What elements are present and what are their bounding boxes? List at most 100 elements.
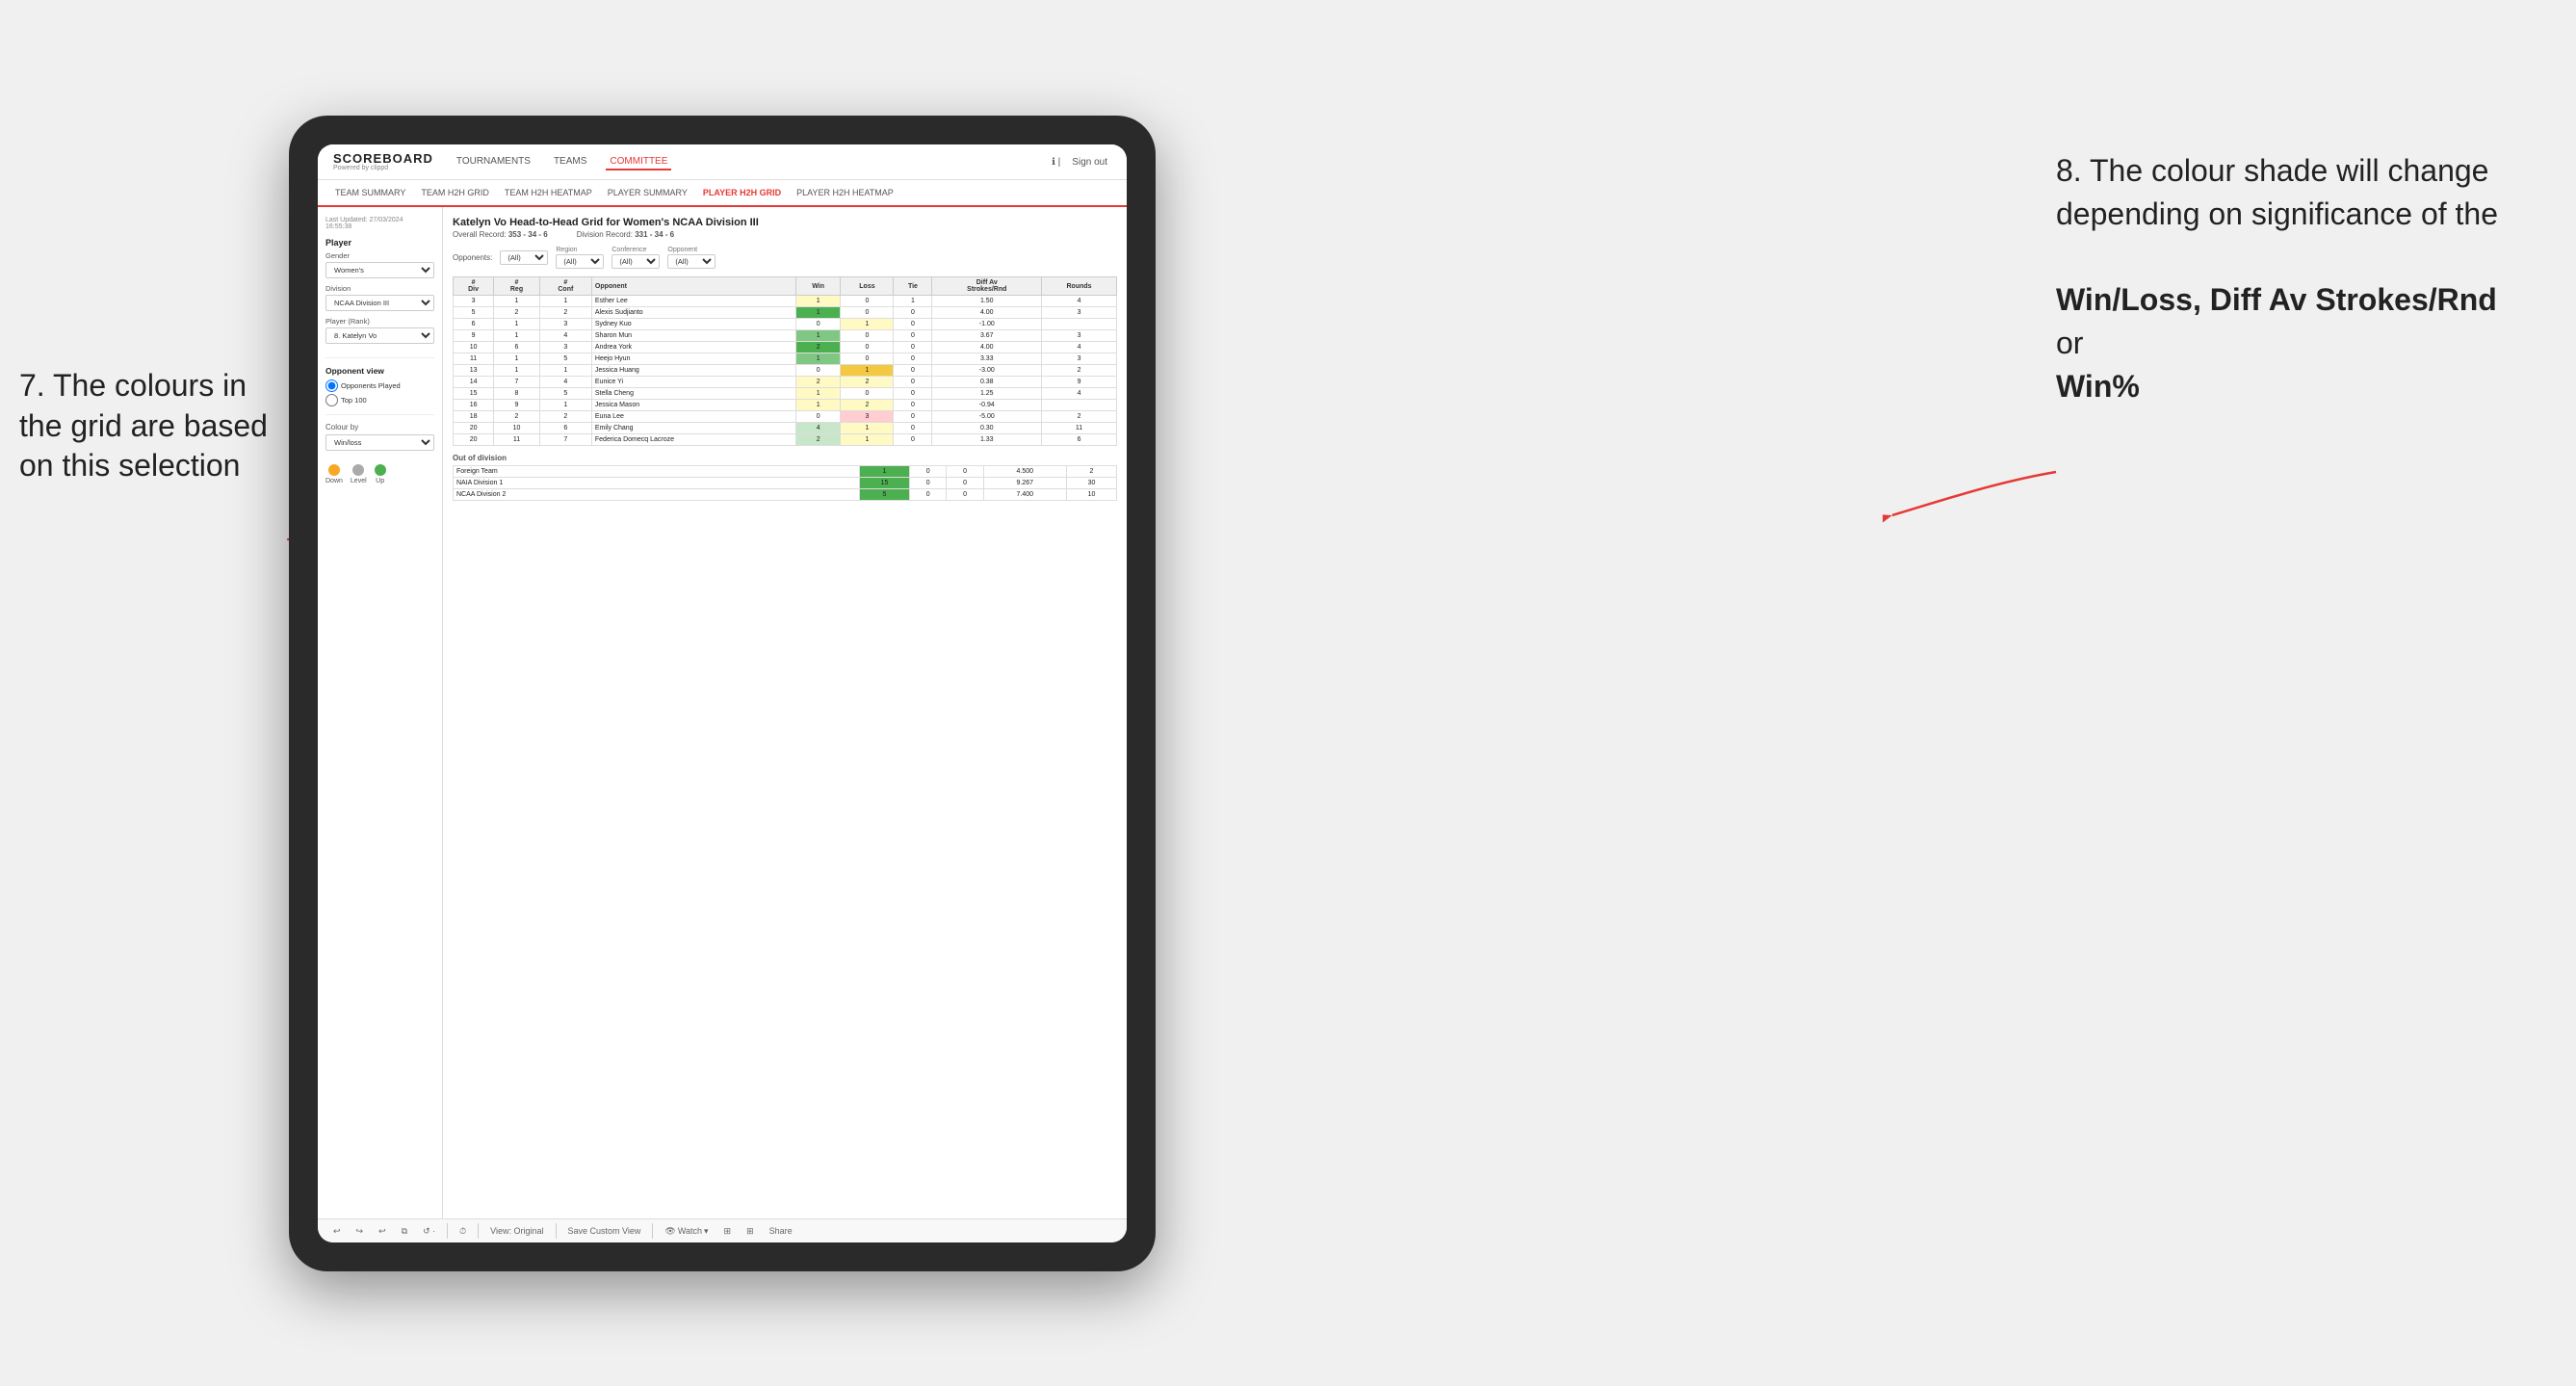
nav-right: ℹ | Sign out [1052, 155, 1111, 170]
sidebar: Last Updated: 27/03/2024 16:55:38 Player… [318, 207, 443, 1218]
col-rounds: Rounds [1042, 277, 1117, 296]
watch-btn[interactable]: 👁 Watch ▾ [661, 1224, 712, 1239]
share-btn[interactable]: Share [766, 1224, 796, 1238]
table-row: 1311 Jessica Huang 0 1 0 -3.00 2 [454, 365, 1117, 377]
subnav-team-h2h-heatmap[interactable]: TEAM H2H HEATMAP [503, 184, 594, 201]
grid-area: Katelyn Vo Head-to-Head Grid for Women's… [443, 207, 1127, 1218]
main-content: Last Updated: 27/03/2024 16:55:38 Player… [318, 207, 1127, 1218]
nav-teams[interactable]: TEAMS [550, 154, 590, 170]
view-original-btn[interactable]: View: Original [486, 1224, 547, 1238]
player-rank-label: Player (Rank) [325, 317, 434, 326]
legend-dot-down [328, 464, 340, 476]
gender-label: Gender [325, 251, 434, 260]
nav-separator: ℹ | [1052, 157, 1060, 168]
nav-links: TOURNAMENTS TEAMS COMMITTEE [453, 154, 1032, 170]
filter-opponents-select[interactable]: (All) [500, 250, 548, 265]
radio-opponents-played[interactable]: Opponents Played [325, 379, 434, 392]
grid-records: Overall Record: 353 - 34 - 6 Division Re… [453, 230, 1117, 239]
copy-btn[interactable]: ⧉ [398, 1224, 411, 1239]
toolbar-divider4 [652, 1223, 653, 1239]
annotation-bold3: Win% [2056, 369, 2140, 404]
opponents-filter-label: Opponents: [453, 253, 492, 262]
conference-filter-label: Conference [611, 247, 660, 253]
filter-region-select[interactable]: (All) [556, 254, 604, 269]
col-win: Win [795, 277, 841, 296]
col-opponent: Opponent [591, 277, 795, 296]
nav-tournaments[interactable]: TOURNAMENTS [453, 154, 534, 170]
colour-legend: Down Level Up [325, 464, 434, 484]
annotation-left: 7. The colours in the grid are based on … [19, 366, 279, 486]
col-reg: #Reg [494, 277, 540, 296]
table-row: Foreign Team 1 0 0 4.500 2 [454, 466, 1117, 478]
colour-by-select[interactable]: Win/loss [325, 434, 434, 451]
table-row: 20117 Federica Domecq Lacroze 2 1 0 1.33… [454, 434, 1117, 446]
gender-select[interactable]: Women's [325, 262, 434, 278]
filter-row: Opponents: (All) Region (All) Conference [453, 247, 1117, 269]
division-select[interactable]: NCAA Division III [325, 295, 434, 311]
timestamp-line2: 16:55:38 [325, 223, 351, 230]
layout-btn[interactable]: ⊞ [720, 1224, 736, 1239]
radio-top100[interactable]: Top 100 [325, 394, 434, 406]
legend-label-level: Level [351, 478, 367, 484]
table-row: NCAA Division 2 5 0 0 7.400 10 [454, 489, 1117, 501]
filter-group-opponent: Opponent (All) [667, 247, 716, 269]
table-row: 1063 Andrea York 2 0 0 4.00 4 [454, 342, 1117, 353]
col-tie: Tie [894, 277, 932, 296]
grid-btn[interactable]: ⊞ [742, 1224, 758, 1239]
main-data-table: #Div #Reg #Conf Opponent Win Loss Tie Di… [453, 276, 1117, 446]
player-rank-select[interactable]: 8. Katelyn Vo [325, 327, 434, 344]
sign-out-link[interactable]: Sign out [1068, 155, 1111, 170]
sidebar-divider2 [325, 414, 434, 415]
top-nav: SCOREBOARD Powered by clippd TOURNAMENTS… [318, 144, 1127, 180]
subnav-player-h2h-heatmap[interactable]: PLAYER H2H HEATMAP [794, 184, 896, 201]
sidebar-timestamp: Last Updated: 27/03/2024 16:55:38 [325, 217, 434, 230]
legend-up: Up [375, 464, 386, 484]
table-row: NAIA Division 1 15 0 0 9.267 30 [454, 478, 1117, 489]
grid-title: Katelyn Vo Head-to-Head Grid for Women's… [453, 217, 1117, 228]
player-section-title: Player [325, 238, 434, 248]
out-of-division-table: Foreign Team 1 0 0 4.500 2 NAIA Division… [453, 465, 1117, 501]
timer-btn[interactable]: ⏱ [455, 1224, 470, 1239]
division-label: Division [325, 284, 434, 293]
refresh-btn[interactable]: ↺ · [419, 1224, 439, 1239]
back-btn[interactable]: ↩ [375, 1224, 390, 1239]
subnav-team-summary[interactable]: TEAM SUMMARY [333, 184, 407, 201]
table-row: 613 Sydney Kuo 0 1 0 -1.00 [454, 319, 1117, 330]
timestamp-line1: Last Updated: 27/03/2024 [325, 217, 403, 223]
logo-main: SCOREBOARD [333, 152, 433, 165]
filter-group-conference: Conference (All) [611, 247, 660, 269]
subnav-player-summary[interactable]: PLAYER SUMMARY [606, 184, 690, 201]
table-row: 1822 Euna Lee 0 3 0 -5.00 2 [454, 411, 1117, 423]
opponent-view-title: Opponent view [325, 366, 434, 376]
bottom-toolbar: ↩ ↪ ↩ ⧉ ↺ · ⏱ View: Original Save Custom… [318, 1218, 1127, 1242]
redo-btn[interactable]: ↪ [352, 1224, 368, 1239]
undo-btn[interactable]: ↩ [329, 1224, 345, 1239]
legend-down: Down [325, 464, 343, 484]
subnav-player-h2h-grid[interactable]: PLAYER H2H GRID [701, 184, 783, 201]
logo: SCOREBOARD Powered by clippd [333, 152, 433, 171]
sub-nav: TEAM SUMMARY TEAM H2H GRID TEAM H2H HEAT… [318, 180, 1127, 207]
nav-committee[interactable]: COMMITTEE [606, 154, 671, 170]
annotation-right: 8. The colour shade will change dependin… [2056, 149, 2557, 408]
legend-label-down: Down [325, 478, 343, 484]
annotation-or: or [2056, 326, 2083, 360]
legend-level: Level [351, 464, 367, 484]
filter-group-opponents: (All) [500, 250, 548, 265]
filter-opponent-select[interactable]: (All) [667, 254, 716, 269]
legend-dot-up [375, 464, 386, 476]
col-div: #Div [454, 277, 494, 296]
annotation-bold2: Diff Av Strokes/Rnd [2210, 282, 2497, 317]
filter-conference-select[interactable]: (All) [611, 254, 660, 269]
annotation-bold1: Win/Loss, [2056, 282, 2201, 317]
legend-dot-level [352, 464, 364, 476]
subnav-team-h2h-grid[interactable]: TEAM H2H GRID [419, 184, 491, 201]
filter-group-region: Region (All) [556, 247, 604, 269]
table-row: 1115 Heejo Hyun 1 0 0 3.33 3 [454, 353, 1117, 365]
table-row: 20106 Emily Chang 4 1 0 0.30 11 [454, 423, 1117, 434]
overall-record: Overall Record: 353 - 34 - 6 [453, 230, 548, 239]
toolbar-divider3 [556, 1223, 557, 1239]
toolbar-divider2 [478, 1223, 479, 1239]
colour-by-label: Colour by [325, 423, 434, 431]
save-custom-view-btn[interactable]: Save Custom View [564, 1224, 645, 1238]
col-loss: Loss [841, 277, 894, 296]
